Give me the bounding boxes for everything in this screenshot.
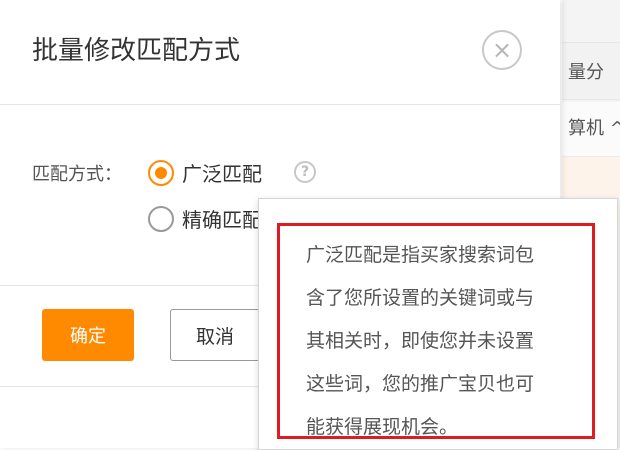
radio-checked-icon[interactable] — [148, 159, 174, 186]
header-divider — [0, 104, 560, 105]
radio-option-exact[interactable]: 精确匹配 — [148, 204, 262, 233]
close-icon[interactable]: × — [482, 30, 522, 70]
help-tooltip: 广泛匹配是指买家搜索词包 含了您所设置的关键词或与 其相关时，即使您并未设置 这… — [258, 198, 618, 450]
tooltip-text-line: 含了您所设置的关键词或与 — [306, 287, 535, 309]
tooltip-text-line: 其相关时，即使您并未设置 — [306, 330, 535, 352]
cancel-button[interactable]: 取消 — [170, 309, 260, 361]
confirm-button[interactable]: 确定 — [42, 309, 134, 361]
radio-label-broad: 广泛匹配 — [182, 162, 262, 186]
tooltip-text-line: 广泛匹配是指买家搜索词包 — [306, 244, 535, 266]
help-icon[interactable]: ? — [294, 161, 316, 183]
radio-option-broad[interactable]: 广泛匹配 — [148, 158, 262, 187]
background-header-text: 量分 — [568, 62, 604, 83]
tooltip-highlight-box: 广泛匹配是指买家搜索词包 含了您所设置的关键词或与 其相关时，即使您并未设置 这… — [277, 223, 595, 439]
tooltip-text-line: 这些词，您的推广宝贝也可 — [306, 373, 535, 395]
radio-unchecked-icon[interactable] — [148, 205, 174, 232]
tooltip-text-line: 能获得展现机会。 — [306, 416, 459, 438]
dialog-title: 批量修改匹配方式 — [32, 36, 241, 66]
background-row-text: 算机 ^ — [568, 118, 620, 139]
radio-label-exact: 精确匹配 — [182, 208, 262, 232]
match-type-label: 匹配方式： — [32, 164, 122, 185]
